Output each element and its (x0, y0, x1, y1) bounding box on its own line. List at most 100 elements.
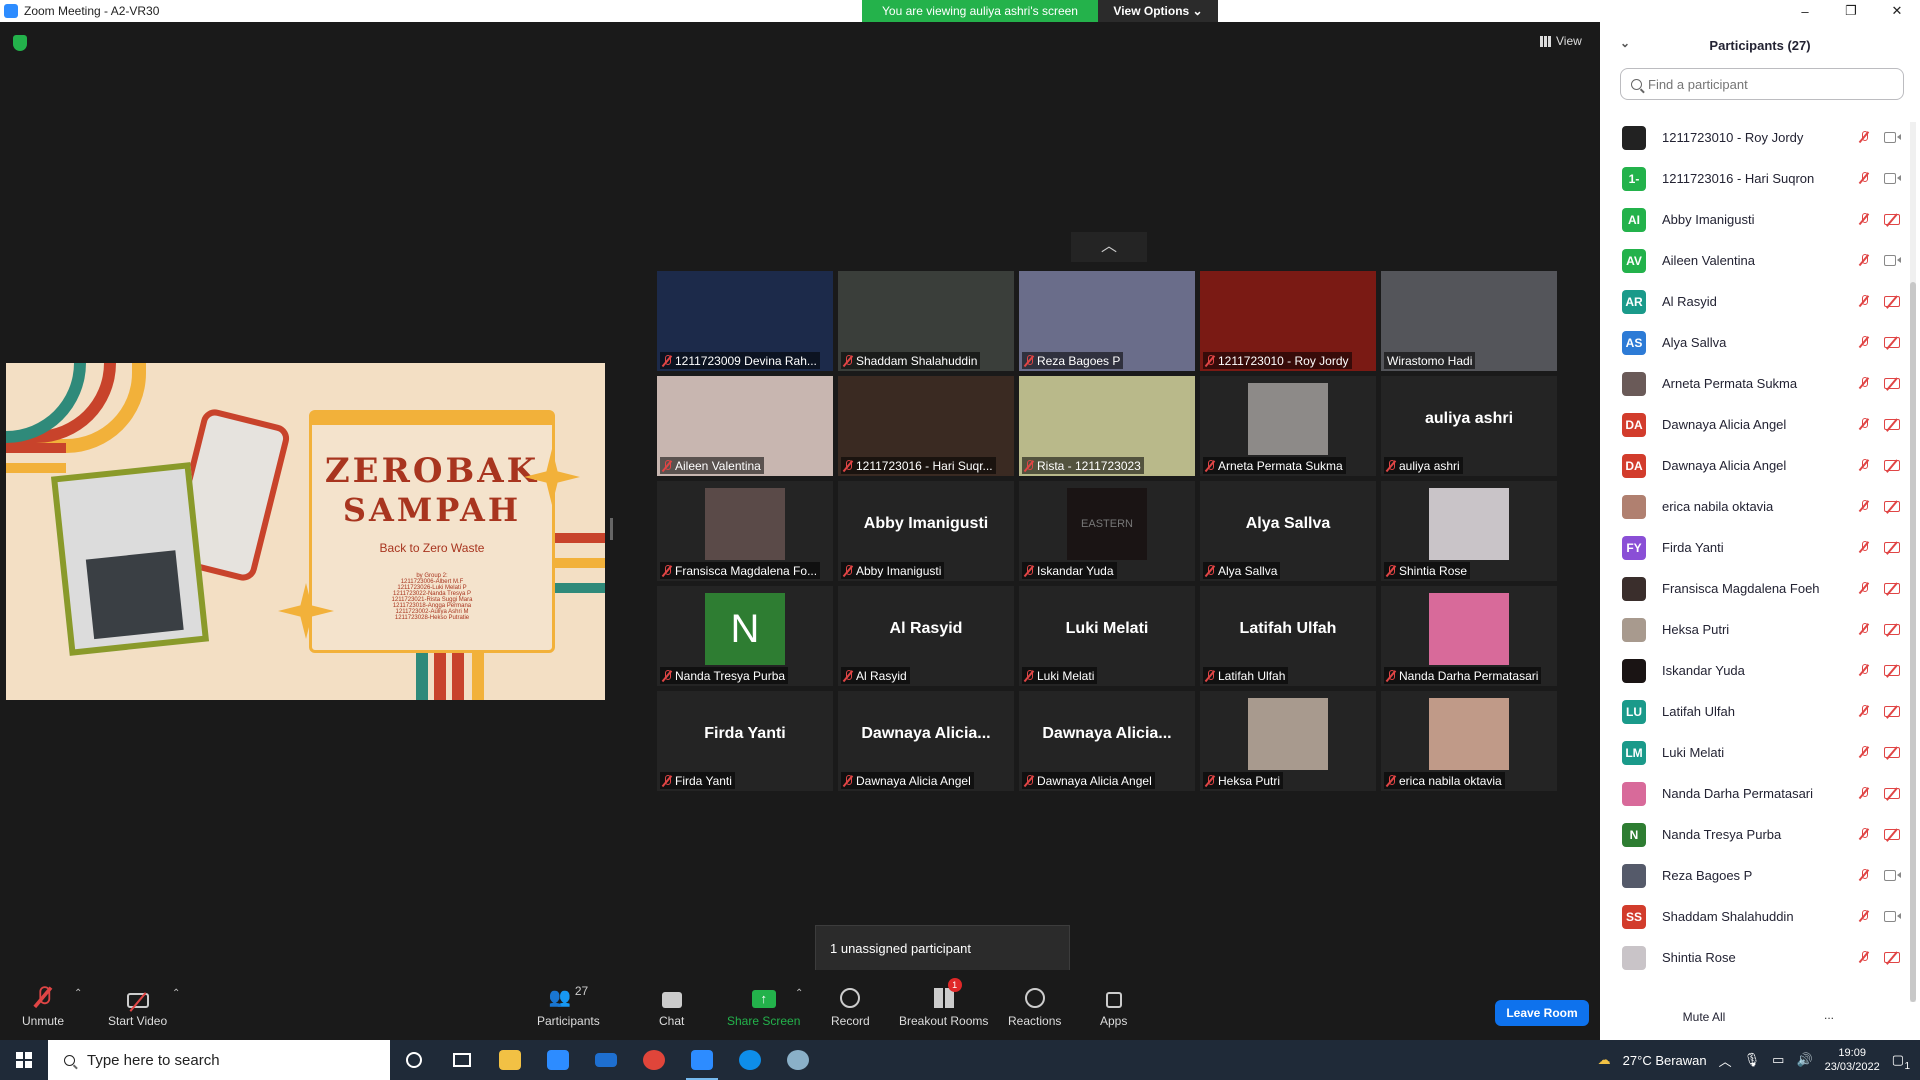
task-view-icon[interactable] (438, 1040, 486, 1080)
microphone-icon[interactable]: 🎙 (1744, 1052, 1761, 1068)
video-on-icon[interactable] (1884, 911, 1901, 922)
network-icon[interactable]: ▭ (1772, 1052, 1784, 1068)
app-icon[interactable] (774, 1040, 822, 1080)
teamviewer-icon[interactable] (726, 1040, 774, 1080)
taskbar-search[interactable]: Type here to search (48, 1040, 390, 1080)
video-tile[interactable]: N Nanda Tresya Purba (657, 586, 833, 686)
participant-row[interactable]: N Nanda Tresya Purba (1600, 814, 1910, 855)
video-off-icon[interactable] (1884, 624, 1900, 635)
participant-row[interactable]: AR Al Rasyid (1600, 281, 1910, 322)
mic-off-icon[interactable] (1860, 500, 1868, 512)
taskbar-clock[interactable]: 19:09 23/03/2022 (1825, 1046, 1880, 1074)
participant-list-scrollbar[interactable] (1910, 122, 1916, 1002)
mic-off-icon[interactable] (1860, 254, 1868, 266)
video-tile[interactable]: Al Rasyid Al Rasyid (838, 586, 1014, 686)
mic-off-icon[interactable] (1860, 705, 1868, 717)
video-tile[interactable]: Aileen Valentina (657, 376, 833, 476)
chevron-up-icon[interactable]: ︿ (1719, 1051, 1732, 1070)
mic-off-icon[interactable] (1860, 172, 1868, 184)
participant-row[interactable]: DA Dawnaya Alicia Angel (1600, 445, 1910, 486)
video-on-icon[interactable] (1884, 870, 1901, 881)
split-handle[interactable] (610, 518, 613, 540)
minimize-button[interactable]: – (1782, 0, 1828, 22)
view-button[interactable]: View (1540, 34, 1582, 48)
mic-off-icon[interactable] (1860, 582, 1868, 594)
video-on-icon[interactable] (1884, 132, 1901, 143)
mic-off-icon[interactable] (1860, 910, 1868, 922)
mic-off-icon[interactable] (1860, 746, 1868, 758)
mute-all-button[interactable]: Mute All (1666, 1004, 1742, 1030)
cortana-icon[interactable] (390, 1040, 438, 1080)
collapse-gallery-button[interactable]: ︿ (1071, 232, 1147, 262)
participant-row[interactable]: Iskandar Yuda (1600, 650, 1910, 691)
video-tile[interactable]: Alya Sallva Alya Sallva (1200, 481, 1376, 581)
video-tile[interactable]: Arneta Permata Sukma (1200, 376, 1376, 476)
mic-off-icon[interactable] (1860, 623, 1868, 635)
breakout-rooms-button[interactable]: 1 Breakout Rooms (899, 978, 988, 1028)
participant-row[interactable]: AS Alya Sallva (1600, 322, 1910, 363)
participant-search[interactable] (1620, 68, 1904, 100)
video-tile[interactable]: Nanda Darha Permatasari (1381, 586, 1557, 686)
chrome-icon[interactable] (630, 1040, 678, 1080)
video-off-icon[interactable] (1884, 378, 1900, 389)
close-button[interactable]: ✕ (1874, 0, 1920, 22)
mic-off-icon[interactable] (1860, 295, 1868, 307)
participant-row[interactable]: LM Luki Melati (1600, 732, 1910, 773)
video-off-icon[interactable] (1884, 583, 1900, 594)
video-off-icon[interactable] (1884, 460, 1900, 471)
video-options-caret[interactable]: ⌃ (172, 988, 180, 999)
participant-row[interactable]: SS Shaddam Shalahuddin (1600, 896, 1910, 937)
video-tile[interactable]: Fransisca Magdalena Fo... (657, 481, 833, 581)
video-off-icon[interactable] (1884, 706, 1900, 717)
mic-off-icon[interactable] (1860, 664, 1868, 676)
reactions-button[interactable]: Reactions (1008, 984, 1061, 1028)
participant-row[interactable]: Shintia Rose (1600, 937, 1910, 978)
security-shield-icon[interactable] (13, 35, 27, 51)
video-tile[interactable]: 1211723010 - Roy Jordy (1200, 271, 1376, 371)
mic-off-icon[interactable] (1860, 418, 1868, 430)
participant-row[interactable]: FY Firda Yanti (1600, 527, 1910, 568)
video-on-icon[interactable] (1884, 173, 1901, 184)
participant-row[interactable]: AI Abby Imanigusti (1600, 199, 1910, 240)
windows-start-button[interactable] (0, 1040, 48, 1080)
video-tile[interactable]: Shaddam Shalahuddin (838, 271, 1014, 371)
mic-off-icon[interactable] (1860, 869, 1868, 881)
video-tile[interactable]: Heksa Putri (1200, 691, 1376, 791)
volume-icon[interactable]: 🔊 (1796, 1052, 1812, 1068)
video-tile[interactable]: Abby Imanigusti Abby Imanigusti (838, 481, 1014, 581)
video-off-icon[interactable] (1884, 952, 1900, 963)
mic-off-icon[interactable] (1860, 951, 1868, 963)
video-tile[interactable]: EASTERN Iskandar Yuda (1019, 481, 1195, 581)
weather-icon[interactable]: ☁ (1598, 1052, 1611, 1068)
video-tile[interactable]: erica nabila oktavia (1381, 691, 1557, 791)
view-options-button[interactable]: View Options ⌄ (1098, 0, 1218, 22)
video-tile[interactable]: Luki Melati Luki Melati (1019, 586, 1195, 686)
video-off-icon[interactable] (1884, 665, 1900, 676)
zoom-taskbar-icon[interactable] (678, 1040, 726, 1080)
participants-button[interactable]: 👥 27 Participants (537, 984, 600, 1028)
participant-row[interactable]: erica nabila oktavia (1600, 486, 1910, 527)
video-off-icon[interactable] (1884, 296, 1900, 307)
chevron-down-icon[interactable]: ⌄ (1620, 36, 1630, 50)
video-off-icon[interactable] (1884, 542, 1900, 553)
video-tile[interactable]: Rista - 1211723023 (1019, 376, 1195, 476)
video-tile[interactable]: Firda Yanti Firda Yanti (657, 691, 833, 791)
participant-row[interactable]: DA Dawnaya Alicia Angel (1600, 404, 1910, 445)
participant-row[interactable]: Fransisca Magdalena Foeh (1600, 568, 1910, 609)
restore-button[interactable]: ❐ (1828, 0, 1874, 22)
mic-off-icon[interactable] (1860, 828, 1868, 840)
mic-off-icon[interactable] (1860, 787, 1868, 799)
file-explorer-icon[interactable] (486, 1040, 534, 1080)
mic-off-icon[interactable] (1860, 336, 1868, 348)
mic-off-icon[interactable] (1860, 541, 1868, 553)
unassigned-toast[interactable]: 1 unassigned participant (815, 925, 1070, 973)
chat-button[interactable]: Chat (659, 984, 684, 1028)
video-tile[interactable]: Reza Bagoes P (1019, 271, 1195, 371)
participant-search-input[interactable] (1648, 76, 1888, 92)
participant-row[interactable]: 1- 1211723016 - Hari Suqron (1600, 158, 1910, 199)
video-tile[interactable]: Shintia Rose (1381, 481, 1557, 581)
participant-row[interactable]: Reza Bagoes P (1600, 855, 1910, 896)
video-off-icon[interactable] (1884, 747, 1900, 758)
video-tile[interactable]: 1211723016 - Hari Suqr... (838, 376, 1014, 476)
video-off-icon[interactable] (1884, 419, 1900, 430)
